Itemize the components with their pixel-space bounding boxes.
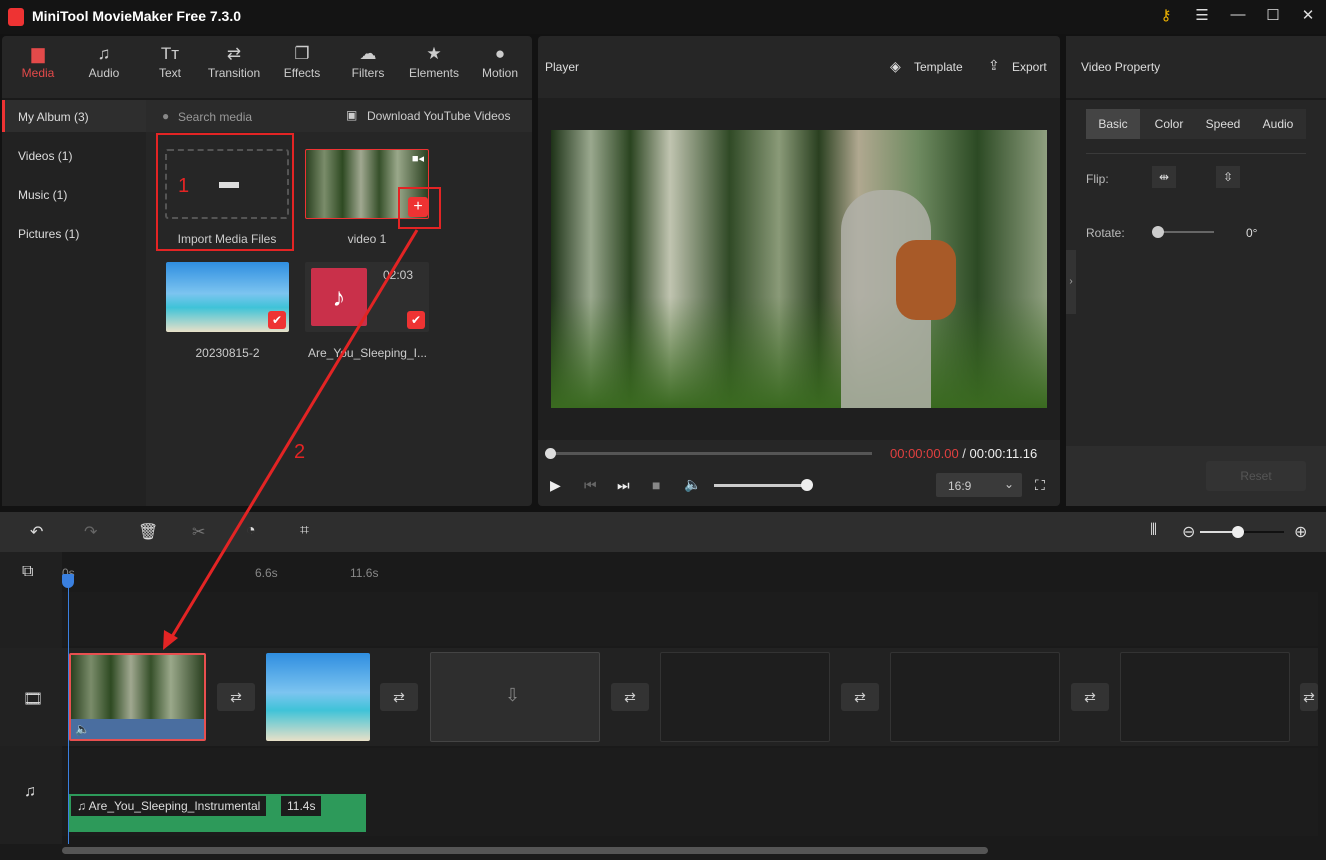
arrow-line [168, 229, 419, 641]
annotation-step-2: 2 [294, 441, 306, 463]
annotation-arrow [163, 229, 419, 650]
